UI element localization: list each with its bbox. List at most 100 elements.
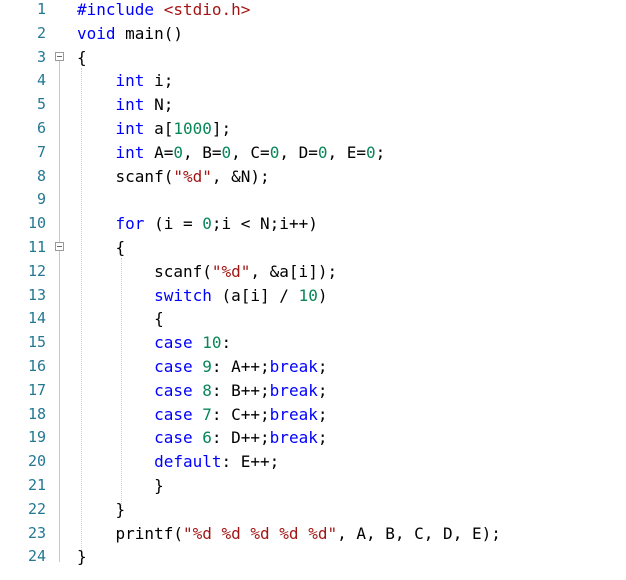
code-token: 1000	[173, 119, 212, 138]
code-token: 9	[202, 357, 212, 376]
code-line[interactable]: 6 int a[1000];	[0, 117, 626, 141]
code-line[interactable]: 4 int i;	[0, 69, 626, 93]
line-number: 10	[27, 214, 46, 233]
code-text: scanf("%d", &a[i]);	[77, 260, 337, 284]
code-line[interactable]: 19 case 6: D++;break;	[0, 426, 626, 450]
code-token: 10	[298, 285, 318, 305]
code-line[interactable]: 17 case 8: B++;break;	[0, 379, 626, 403]
line-number: 17	[27, 380, 46, 399]
code-text: scanf("%d", &N);	[77, 165, 270, 189]
line-number: 12	[27, 261, 46, 280]
line-number: 6	[36, 119, 46, 137]
code-token: 0	[366, 142, 376, 162]
code-token: : E++;	[221, 452, 280, 472]
code-token: "%d %d %d %d %d"	[182, 523, 338, 543]
code-text: {	[77, 46, 87, 70]
line-number: 11	[27, 238, 46, 256]
code-editor[interactable]: 1 #include <stdio.h> 2 void main() 3{4 int i…	[0, 0, 626, 580]
code-line[interactable]: 8 scanf("%d", &N);	[0, 165, 626, 189]
code-line[interactable]: 3{	[0, 46, 626, 70]
code-token: ];	[211, 119, 232, 138]
code-token: default	[154, 452, 222, 472]
code-line[interactable]: 11 {	[0, 236, 626, 260]
code-line[interactable]: 5 int N;	[0, 93, 626, 117]
code-token: break	[269, 404, 318, 424]
code-line[interactable]: 12 scanf("%d", &a[i]);	[0, 260, 626, 284]
code-token: ;	[317, 404, 328, 424]
code-token: )	[317, 285, 328, 305]
code-line[interactable]: 2 void main()	[0, 22, 626, 46]
code-token: case	[154, 357, 193, 376]
line-number: 22	[27, 499, 46, 518]
code-line[interactable]: 15 case 10:	[0, 331, 626, 355]
code-token: {	[77, 47, 87, 67]
code-line[interactable]: 24}	[0, 545, 626, 569]
line-number: 15	[27, 333, 46, 352]
line-number: 24	[27, 547, 46, 566]
code-token: , B=	[182, 142, 222, 162]
code-token: (a[i] /	[211, 285, 299, 305]
code-token: case	[154, 333, 193, 353]
line-number: 2	[36, 23, 46, 42]
code-token: , A, B, C, D, E);	[337, 523, 501, 543]
line-number: 23	[27, 523, 46, 542]
code-line[interactable]: 20 default: E++;	[0, 450, 626, 474]
code-text: printf("%d %d %d %d %d", A, B, C, D, E);	[77, 522, 501, 546]
code-line[interactable]: 1 #include <stdio.h>	[0, 0, 626, 22]
code-token: , D=	[279, 142, 318, 162]
fold-toggle-icon[interactable]	[55, 51, 64, 61]
code-token: N;	[144, 95, 174, 115]
code-text: case 9: A++;break;	[77, 355, 327, 379]
code-token: 0	[269, 142, 280, 162]
code-token: : B++;	[211, 380, 270, 400]
code-token: break	[269, 357, 318, 376]
code-token: : A++;	[211, 357, 270, 376]
code-token: ;	[317, 380, 328, 400]
code-token: (i =	[144, 214, 203, 234]
code-token: : D++;	[211, 428, 270, 448]
code-token: }	[77, 476, 164, 495]
code-token: void	[77, 23, 116, 43]
code-line[interactable]: 21 }	[0, 474, 626, 498]
line-number: 19	[27, 428, 46, 447]
code-line[interactable]: 13 switch (a[i] / 10)	[0, 284, 626, 308]
line-number: 13	[27, 285, 46, 304]
code-token: :	[221, 333, 232, 353]
code-line[interactable]: 22 }	[0, 498, 626, 522]
code-line[interactable]: 18 case 7: C++;break;	[0, 403, 626, 427]
line-number: 1	[36, 0, 46, 18]
fold-toggle-icon[interactable]	[55, 242, 64, 251]
code-line[interactable]: 23 printf("%d %d %d %d %d", A, B, C, D, …	[0, 522, 626, 546]
code-token: {	[77, 309, 164, 329]
code-token: <stdio.h>	[163, 0, 251, 19]
code-line[interactable]: 16 case 9: A++;break;	[0, 355, 626, 379]
code-text: case 6: D++;break;	[77, 426, 327, 450]
code-token: , E=	[327, 142, 367, 162]
code-token: ;	[317, 357, 328, 376]
code-text: switch (a[i] / 10)	[77, 284, 327, 308]
code-token: main()	[115, 23, 183, 43]
code-line[interactable]: 14 {	[0, 307, 626, 331]
code-token: 0	[173, 142, 183, 162]
code-text: int N;	[77, 93, 174, 117]
code-line[interactable]: 9	[0, 188, 626, 212]
code-token: break	[269, 428, 318, 448]
code-line[interactable]: 10 for (i = 0;i < N;i++)	[0, 212, 626, 236]
code-text: }	[77, 474, 164, 498]
code-line[interactable]: 7 int A=0, B=0, C=0, D=0, E=0;	[0, 141, 626, 165]
line-number: 16	[27, 357, 46, 375]
code-token: , &a[i]);	[250, 261, 338, 281]
code-token: ;	[375, 142, 386, 162]
